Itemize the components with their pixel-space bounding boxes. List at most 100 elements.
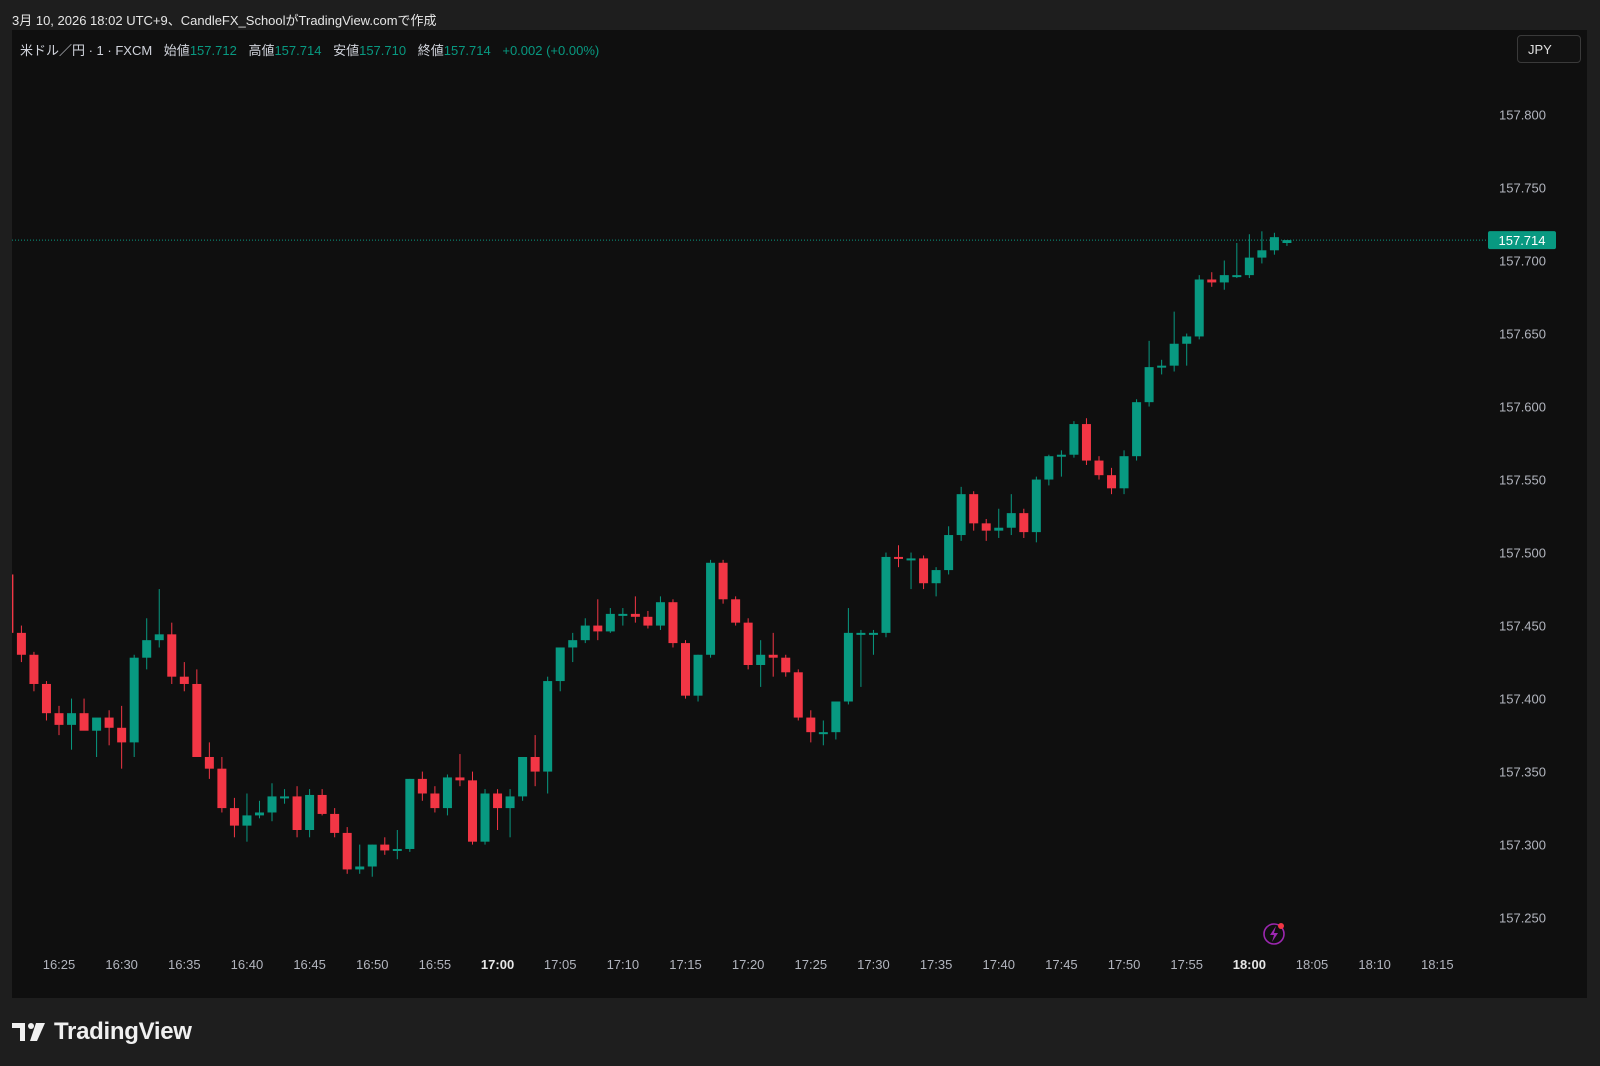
currency-button[interactable]: JPY (1517, 35, 1581, 63)
tradingview-logo-icon (12, 1023, 45, 1041)
candle-down (217, 768, 227, 809)
time-axis-label: 17:45 (1045, 957, 1078, 972)
candle-up (154, 634, 164, 641)
time-axis-label: 16:40 (231, 957, 264, 972)
candle-down (1107, 475, 1117, 489)
candle-down (1081, 424, 1091, 461)
candle-up (405, 778, 415, 849)
candle-down (417, 778, 427, 794)
price-axis-label: 157.800 (1499, 108, 1546, 123)
price-axis-label: 157.250 (1499, 911, 1546, 926)
candle-up (1182, 336, 1192, 344)
candle-down (292, 796, 302, 830)
candle-up (1169, 343, 1179, 366)
time-axis-label: 17:10 (607, 957, 640, 972)
candle-up (518, 756, 528, 797)
candle-down (330, 813, 340, 833)
time-axis-label: 17:35 (920, 957, 953, 972)
candle-down (467, 780, 477, 842)
candle-up (92, 717, 102, 731)
candle-down (104, 717, 114, 728)
candle-down (430, 793, 440, 809)
candle-down (204, 756, 214, 769)
candle-down (455, 777, 465, 781)
candlestick-chart[interactable]: 157.800 157.750 157.700 157.650 157.600 157.5… (12, 30, 1587, 998)
candle-down (806, 717, 816, 733)
candle-down (493, 793, 503, 809)
candle-up (605, 613, 615, 632)
candle-up (1056, 454, 1066, 457)
tradingview-logo[interactable]: TradingView (12, 1014, 192, 1050)
candle-down (768, 654, 778, 658)
candle-down (229, 808, 239, 826)
close-label: 終値 (417, 43, 444, 58)
time-axis-label: 17:00 (481, 957, 514, 972)
candle-up (1031, 479, 1041, 533)
candle-up (367, 844, 377, 867)
candle-down (731, 599, 741, 623)
last-price-label: 157.714 (1499, 233, 1546, 248)
candle-down (179, 676, 189, 684)
open-label: 始値 (163, 43, 190, 58)
candle-up (944, 535, 954, 571)
candle-down (919, 558, 929, 584)
candle-up (931, 570, 941, 584)
price-axis-label: 157.750 (1499, 181, 1546, 196)
candle-up (305, 794, 315, 830)
price-axis-label: 157.600 (1499, 400, 1546, 415)
lightning-icon[interactable] (1263, 923, 1285, 945)
open-value: 157.712 (189, 43, 237, 58)
candle-up (1244, 257, 1254, 276)
candle-up (543, 681, 553, 772)
candle-down (1094, 460, 1104, 476)
candle-up (1257, 250, 1267, 258)
candle-down (793, 672, 803, 718)
candle-down (29, 654, 39, 684)
candle-down (317, 794, 327, 814)
candle-down (969, 494, 979, 524)
candle-up (655, 602, 665, 626)
candle-down (342, 832, 352, 870)
price-axis-label: 157.550 (1499, 473, 1546, 488)
time-axis-label: 17:40 (982, 957, 1015, 972)
close-value: 157.714 (443, 43, 491, 58)
high-value: 157.714 (274, 43, 322, 58)
candle-up (831, 701, 841, 733)
candle-up (355, 866, 365, 870)
candle-up (706, 562, 716, 655)
chart-panel[interactable]: 157.800 157.750 157.700 157.650 157.600 157.5… (12, 30, 1587, 998)
candle-up (1157, 365, 1167, 368)
price-axis-label: 157.450 (1499, 619, 1546, 634)
candle-down (12, 574, 14, 633)
candle-up (392, 848, 402, 851)
candle-down (681, 643, 690, 696)
price-axis-label: 157.500 (1499, 546, 1546, 561)
candle-down (167, 634, 177, 677)
time-axis-label: 17:25 (795, 957, 828, 972)
tradingview-logo-text: TradingView (54, 1018, 192, 1045)
candle-down (643, 616, 653, 626)
candle-up (1119, 456, 1129, 489)
candle-down (718, 562, 728, 600)
footer: TradingView (0, 998, 1600, 1066)
candle-up (1044, 456, 1054, 480)
time-axis-label: 18:00 (1233, 957, 1266, 972)
candle-up (856, 632, 866, 635)
candle-up (1232, 275, 1242, 278)
candle-up (906, 558, 916, 561)
candle-up (1219, 275, 1229, 283)
candle-up (555, 647, 565, 682)
time-axis-label: 18:10 (1358, 957, 1391, 972)
candle-up (442, 777, 452, 809)
candle-up (568, 640, 578, 648)
change-value: +0.002 (+0.00%) (502, 43, 600, 58)
candle-up (142, 640, 152, 658)
candle-up (1069, 424, 1079, 455)
candle-down (54, 713, 64, 725)
time-axis-label: 16:25 (43, 957, 76, 972)
symbol-label[interactable]: 米ドル／円 · 1 · FXCM (20, 43, 152, 58)
time-axis-label: 17:05 (544, 957, 577, 972)
time-axis-label: 16:50 (356, 957, 389, 972)
candle-up (1269, 237, 1279, 251)
low-label: 安値 (333, 43, 360, 58)
